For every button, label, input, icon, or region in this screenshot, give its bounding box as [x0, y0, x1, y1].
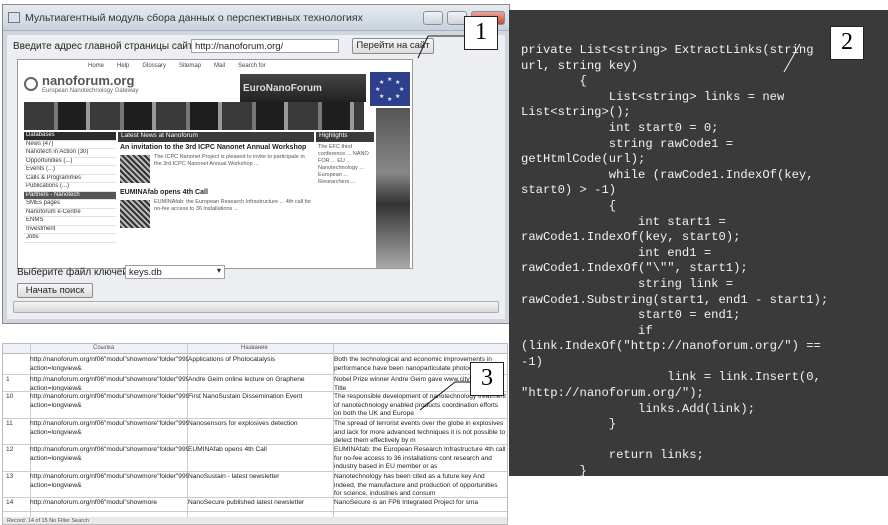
leader-line-2	[783, 43, 801, 73]
leader-line-3b	[419, 381, 456, 411]
callout-leader-lines	[417, 35, 801, 411]
leader-line-1b	[417, 35, 429, 59]
callout-2: 2	[830, 26, 864, 60]
figure-root: Мультиагентный модуль сбора данных о пер…	[0, 0, 888, 525]
callout-3: 3	[470, 362, 504, 396]
